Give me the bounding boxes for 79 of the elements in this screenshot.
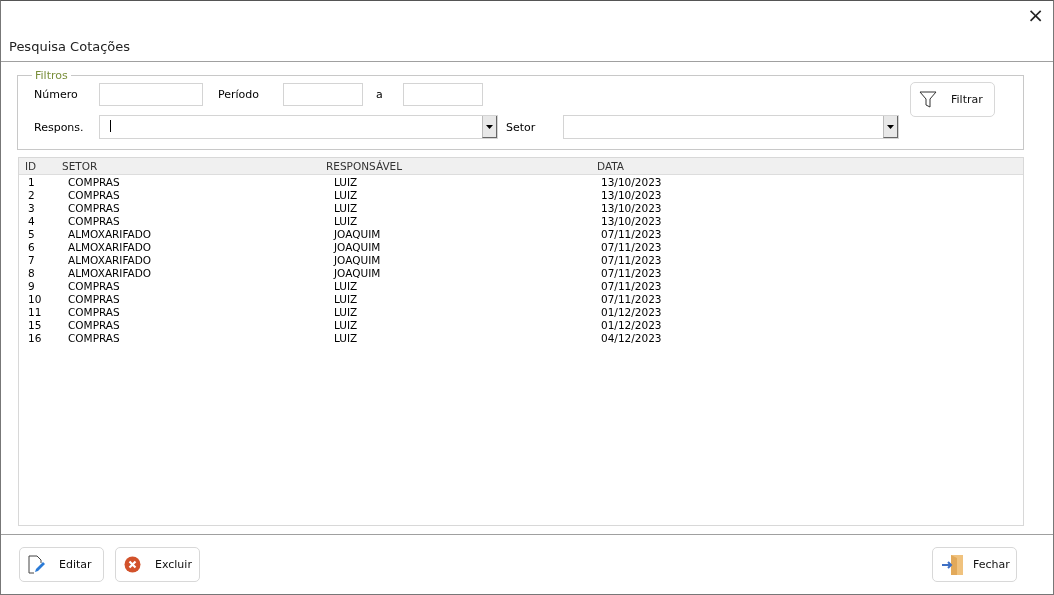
close-button[interactable]: × (1027, 4, 1044, 26)
exit-door-icon (941, 553, 965, 576)
table-cell-text: COMPRAS (68, 176, 121, 189)
table-cell-text: 13/10/2023 (601, 189, 663, 202)
filter-icon (919, 91, 937, 108)
table-cell-text: 07/11/2023 (601, 228, 663, 241)
date-from-field[interactable] (283, 83, 363, 106)
close-button[interactable]: Fechar (932, 547, 1017, 582)
table-cell-text: LUIZ (334, 293, 359, 306)
table-cell-text: COMPRAS (68, 189, 121, 202)
table-cell-text: 13/10/2023 (601, 215, 663, 228)
table-cell-text: ALMOXARIFADO (68, 267, 153, 280)
table-cell-text: 10 (27, 293, 43, 306)
column-header[interactable]: RESPONSÁVEL (326, 160, 597, 172)
field-label: a (375, 88, 384, 101)
field-label: Setor (505, 120, 537, 134)
table-cell-text: COMPRAS (68, 202, 121, 215)
field-label: Respons. (34, 120, 85, 134)
sector-dropdown[interactable] (563, 115, 899, 139)
table-cell-text: 8 (27, 267, 36, 280)
delete-button[interactable]: Excluir (115, 547, 200, 582)
table-cell-text: 01/12/2023 (601, 306, 663, 319)
table-cell-text: JOAQUIM (334, 254, 382, 267)
table-cell-text: COMPRAS (68, 215, 121, 228)
column-header[interactable]: SETOR (62, 160, 326, 172)
table-cell-text: 15 (27, 319, 43, 332)
field-label: Número (34, 88, 79, 101)
table-cell-text: COMPRAS (68, 280, 121, 293)
table-cell-text: 7 (27, 254, 36, 267)
table-cell-text: ALMOXARIFADO (68, 241, 153, 254)
table-cell-text: COMPRAS (68, 332, 121, 345)
group-legend: Filtros (32, 69, 71, 82)
table-cell-text: LUIZ (334, 280, 359, 293)
table-cell-text: COMPRAS (68, 306, 121, 319)
table-cell-text: 07/11/2023 (601, 293, 663, 306)
table-cell-text: 4 (27, 215, 36, 228)
edit-icon (28, 555, 45, 574)
table-cell-text: LUIZ (334, 215, 359, 228)
table-cell-text: 04/12/2023 (601, 332, 663, 345)
table-cell-text: 07/11/2023 (601, 267, 663, 280)
table-cell-text: ALMOXARIFADO (68, 254, 153, 267)
table-cell-text: LUIZ (334, 189, 359, 202)
table-cell-text: ALMOXARIFADO (68, 228, 153, 241)
table-cell-text: LUIZ (334, 319, 359, 332)
table-cell-text: 13/10/2023 (601, 176, 663, 189)
table-cell-text: 6 (27, 241, 36, 254)
field-label: Período (218, 88, 261, 101)
table-cell-text: COMPRAS (68, 293, 121, 306)
table-cell-text: 01/12/2023 (601, 319, 663, 332)
table-cell-text: 1 (27, 176, 36, 189)
table-cell-text: 3 (27, 202, 36, 215)
table-cell-text: 16 (27, 332, 43, 345)
table-cell-text: 2 (27, 189, 36, 202)
number-field[interactable] (99, 83, 203, 106)
table-cell-text: LUIZ (334, 202, 359, 215)
table-cell-text: 5 (27, 228, 36, 241)
table-cell-text: 07/11/2023 (601, 241, 663, 254)
table-cell-text: LUIZ (334, 176, 359, 189)
table-cell-text: JOAQUIM (334, 267, 382, 280)
caret-icon (486, 124, 493, 129)
table-cell-text: JOAQUIM (334, 241, 382, 254)
window-title: Pesquisa Cotações (9, 39, 131, 54)
responsible-dropdown[interactable] (99, 115, 498, 139)
table-cell-text: JOAQUIM (334, 228, 382, 241)
table-cell-text: LUIZ (334, 332, 359, 345)
table-cell-text: 07/11/2023 (601, 280, 663, 293)
table-cell-text: 13/10/2023 (601, 202, 663, 215)
caret-icon (887, 124, 894, 129)
column-header[interactable]: ID (19, 160, 62, 172)
delete-icon (124, 556, 141, 573)
table-cell-text: LUIZ (334, 306, 359, 319)
table-cell-text: 07/11/2023 (601, 254, 663, 267)
date-to-field[interactable] (403, 83, 483, 106)
filter-button[interactable]: Filtrar (910, 82, 995, 117)
column-header[interactable]: DATA (597, 160, 697, 172)
table-cell-text: 11 (27, 306, 43, 319)
table-cell-text: COMPRAS (68, 319, 121, 332)
table-cell-text: 9 (27, 280, 36, 293)
edit-button[interactable]: Editar (19, 547, 104, 582)
